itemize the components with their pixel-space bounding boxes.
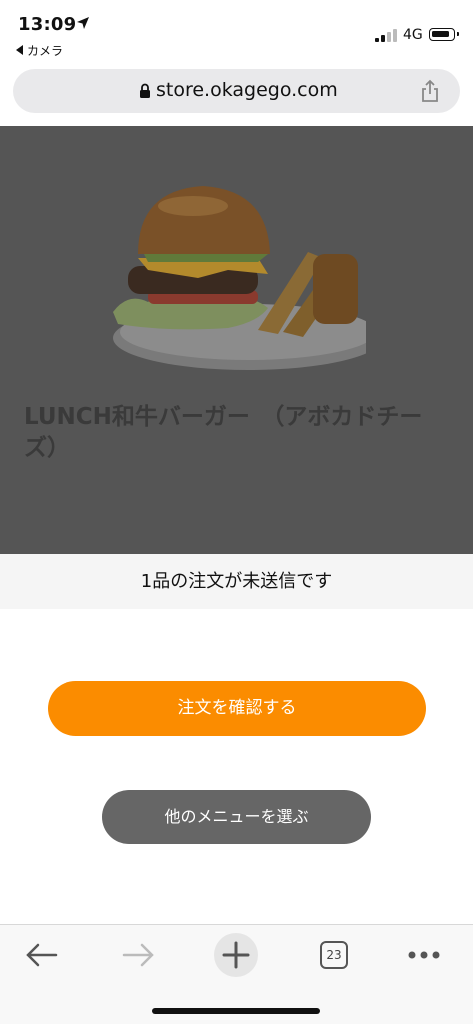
location-arrow-icon bbox=[77, 17, 89, 29]
back-to-app-link[interactable]: カメラ bbox=[16, 42, 63, 59]
address-bar[interactable]: store.okagego.com bbox=[13, 69, 460, 113]
more-icon[interactable] bbox=[394, 933, 454, 977]
product-overlay: LUNCH和牛バーガー （アボカドチーズ） bbox=[0, 126, 473, 554]
status-bar: 13:09 カメラ 4G bbox=[0, 0, 473, 64]
unsent-order-banner: 1品の注文が未送信です bbox=[0, 554, 473, 609]
choose-other-menu-button[interactable]: 他のメニューを選ぶ bbox=[102, 790, 371, 844]
confirm-order-button[interactable]: 注文を確認する bbox=[48, 681, 426, 736]
battery-icon bbox=[429, 28, 459, 41]
network-type: 4G bbox=[403, 27, 423, 43]
forward-arrow-icon[interactable] bbox=[108, 933, 168, 977]
url-text: store.okagego.com bbox=[156, 79, 338, 101]
share-icon[interactable] bbox=[420, 79, 440, 103]
new-tab-plus-icon[interactable] bbox=[206, 933, 266, 977]
back-arrow-icon[interactable] bbox=[12, 933, 72, 977]
back-app-label: カメラ bbox=[27, 44, 64, 58]
lock-icon bbox=[140, 83, 150, 98]
burger-photo bbox=[113, 186, 366, 370]
home-indicator bbox=[152, 1008, 320, 1014]
signal-icon bbox=[375, 28, 397, 42]
tabs-icon[interactable]: 23 bbox=[320, 941, 348, 969]
back-triangle-icon bbox=[16, 45, 23, 55]
product-name: LUNCH和牛バーガー （アボカドチーズ） bbox=[24, 404, 423, 461]
status-time: 13:09 bbox=[18, 14, 77, 35]
